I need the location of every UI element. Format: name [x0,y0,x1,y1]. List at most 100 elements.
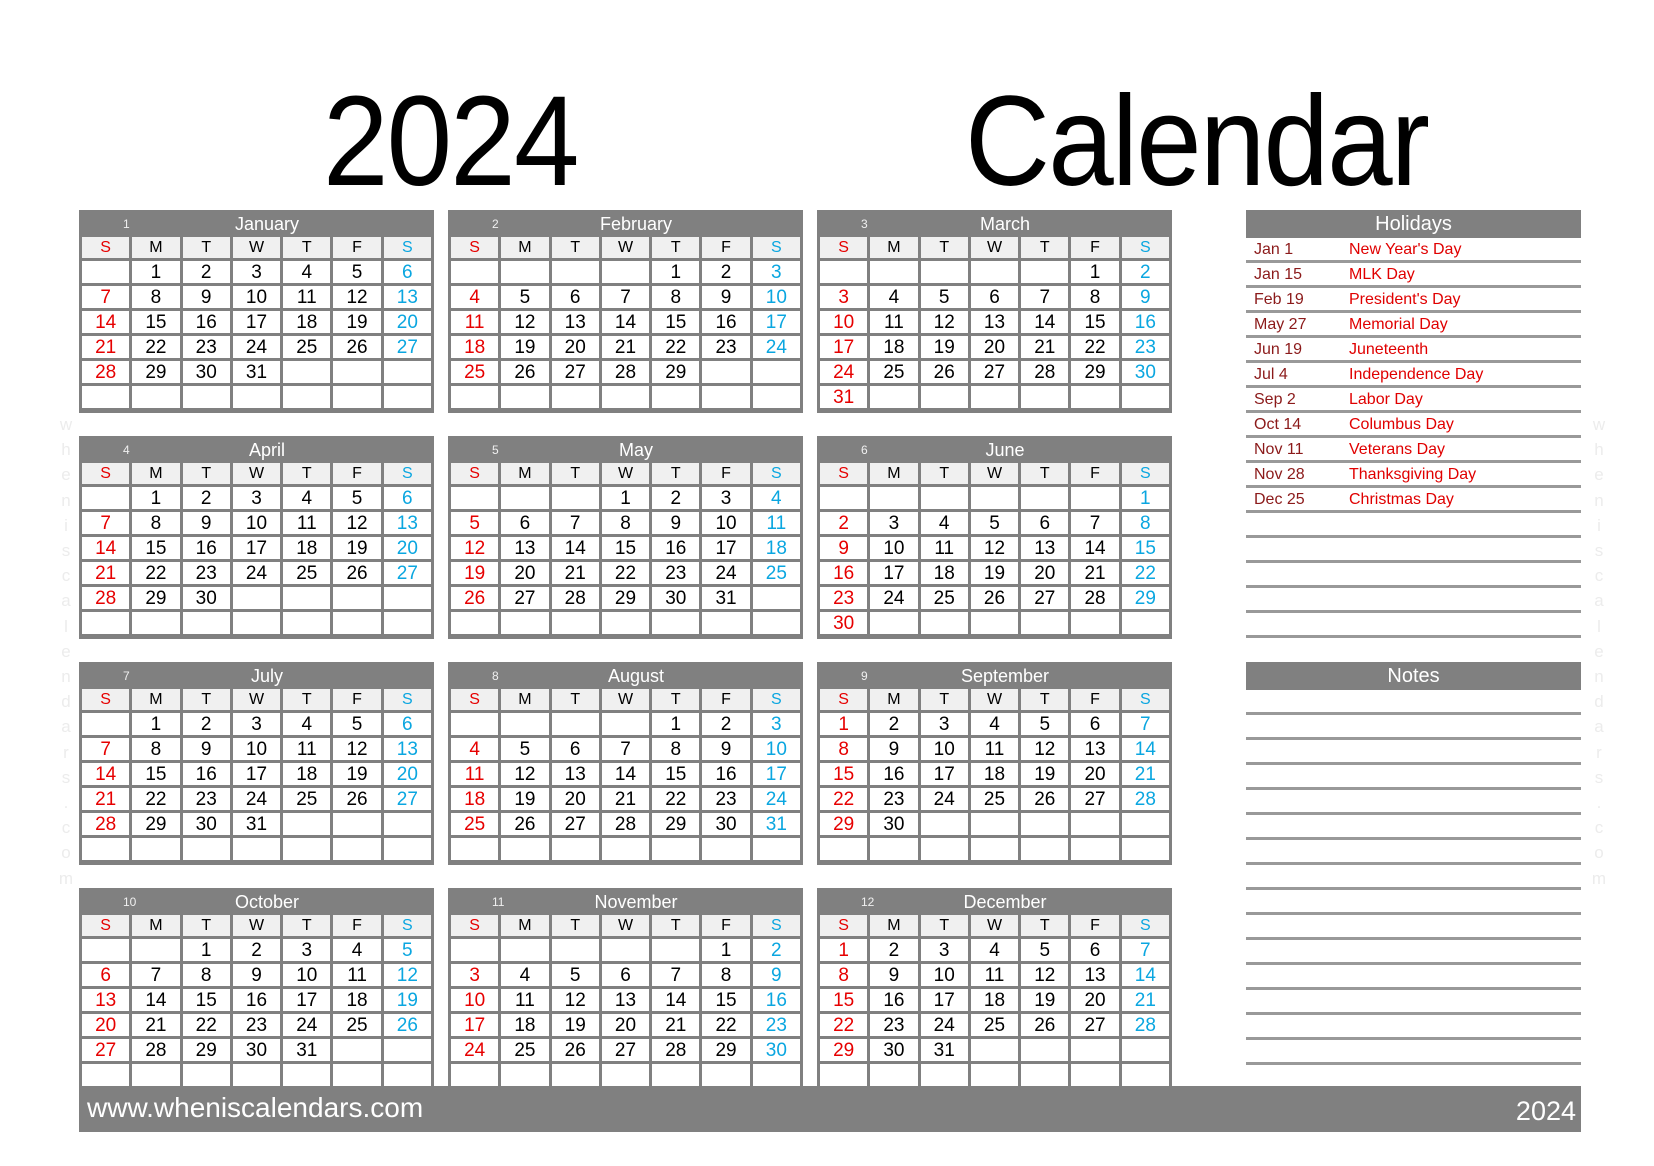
day-cell[interactable]: 19 [920,336,968,358]
day-cell[interactable]: 5 [501,286,549,308]
day-cell[interactable]: 30 [182,587,230,609]
note-line[interactable] [1246,990,1581,1015]
day-cell[interactable]: 12 [1021,738,1069,760]
day-cell[interactable]: 19 [451,562,499,584]
day-cell[interactable]: 14 [601,763,650,785]
day-cell[interactable]: 12 [333,738,381,760]
day-cell[interactable]: 9 [702,286,750,308]
day-cell[interactable]: 21 [1021,336,1069,358]
day-cell[interactable]: 7 [551,512,599,534]
day-cell[interactable]: 11 [283,512,331,534]
day-cell[interactable]: 2 [820,512,868,534]
day-cell[interactable]: 21 [652,1014,700,1036]
day-cell[interactable]: 9 [820,537,868,559]
day-cell[interactable]: 3 [920,939,968,961]
day-cell[interactable]: 13 [383,738,431,760]
day-cell[interactable]: 26 [501,813,549,835]
day-cell[interactable]: 13 [501,537,549,559]
day-cell[interactable]: 16 [820,562,868,584]
day-cell[interactable]: 24 [752,788,800,810]
day-cell[interactable]: 31 [920,1039,968,1061]
day-cell[interactable]: 1 [132,261,180,283]
day-cell[interactable]: 14 [1021,311,1069,333]
note-line[interactable] [1246,940,1581,965]
day-cell[interactable]: 19 [551,1014,599,1036]
day-cell[interactable]: 10 [752,286,800,308]
day-cell[interactable]: 1 [1071,261,1119,283]
day-cell[interactable]: 9 [870,738,918,760]
day-cell[interactable]: 17 [232,311,281,333]
day-cell[interactable]: 27 [551,361,599,383]
day-cell[interactable]: 18 [752,537,800,559]
day-cell[interactable]: 28 [132,1039,180,1061]
day-cell[interactable]: 9 [752,964,800,986]
day-cell[interactable]: 2 [652,487,700,509]
day-cell[interactable]: 14 [82,537,130,559]
day-cell[interactable]: 23 [182,788,230,810]
day-cell[interactable]: 10 [920,964,968,986]
day-cell[interactable]: 19 [333,311,381,333]
day-cell[interactable]: 10 [702,512,750,534]
day-cell[interactable]: 17 [232,537,281,559]
day-cell[interactable]: 6 [1071,713,1119,735]
day-cell[interactable]: 20 [383,311,431,333]
day-cell[interactable]: 18 [870,336,918,358]
day-cell[interactable]: 7 [132,964,180,986]
day-cell[interactable]: 5 [451,512,499,534]
day-cell[interactable]: 22 [132,336,180,358]
day-cell[interactable]: 24 [820,361,868,383]
day-cell[interactable]: 14 [82,311,130,333]
day-cell[interactable]: 1 [820,939,868,961]
day-cell[interactable]: 16 [652,537,700,559]
day-cell[interactable]: 25 [451,361,499,383]
day-cell[interactable]: 8 [702,964,750,986]
day-cell[interactable]: 20 [970,336,1019,358]
day-cell[interactable]: 1 [652,261,700,283]
note-line[interactable] [1246,1040,1581,1065]
day-cell[interactable]: 28 [1021,361,1069,383]
day-cell[interactable]: 26 [383,1014,431,1036]
day-cell[interactable]: 30 [870,1039,918,1061]
day-cell[interactable]: 23 [752,1014,800,1036]
day-cell[interactable]: 29 [132,587,180,609]
day-cell[interactable]: 22 [601,562,650,584]
day-cell[interactable]: 31 [752,813,800,835]
day-cell[interactable]: 29 [820,813,868,835]
day-cell[interactable]: 26 [970,587,1019,609]
day-cell[interactable]: 20 [1021,562,1069,584]
day-cell[interactable]: 6 [501,512,549,534]
day-cell[interactable]: 26 [333,336,381,358]
day-cell[interactable]: 22 [1071,336,1119,358]
day-cell[interactable]: 11 [970,738,1019,760]
day-cell[interactable]: 3 [870,512,918,534]
day-cell[interactable]: 5 [1021,713,1069,735]
day-cell[interactable]: 7 [601,738,650,760]
day-cell[interactable]: 10 [820,311,868,333]
day-cell[interactable]: 25 [283,562,331,584]
day-cell[interactable]: 14 [1121,738,1169,760]
note-line[interactable] [1246,915,1581,940]
day-cell[interactable]: 2 [182,487,230,509]
day-cell[interactable]: 28 [1121,1014,1169,1036]
holiday-blank-line[interactable] [1246,588,1581,613]
day-cell[interactable]: 28 [551,587,599,609]
day-cell[interactable]: 8 [820,964,868,986]
day-cell[interactable]: 17 [820,336,868,358]
day-cell[interactable]: 15 [820,989,868,1011]
day-cell[interactable]: 24 [870,587,918,609]
day-cell[interactable]: 2 [702,713,750,735]
day-cell[interactable]: 13 [1071,738,1119,760]
day-cell[interactable]: 20 [601,1014,650,1036]
day-cell[interactable]: 24 [702,562,750,584]
holiday-blank-line[interactable] [1246,513,1581,538]
day-cell[interactable]: 11 [333,964,381,986]
day-cell[interactable]: 22 [132,788,180,810]
day-cell[interactable]: 8 [1071,286,1119,308]
day-cell[interactable]: 11 [920,537,968,559]
day-cell[interactable]: 2 [702,261,750,283]
day-cell[interactable]: 16 [870,989,918,1011]
day-cell[interactable]: 29 [820,1039,868,1061]
day-cell[interactable]: 29 [601,587,650,609]
day-cell[interactable]: 4 [752,487,800,509]
day-cell[interactable]: 17 [870,562,918,584]
